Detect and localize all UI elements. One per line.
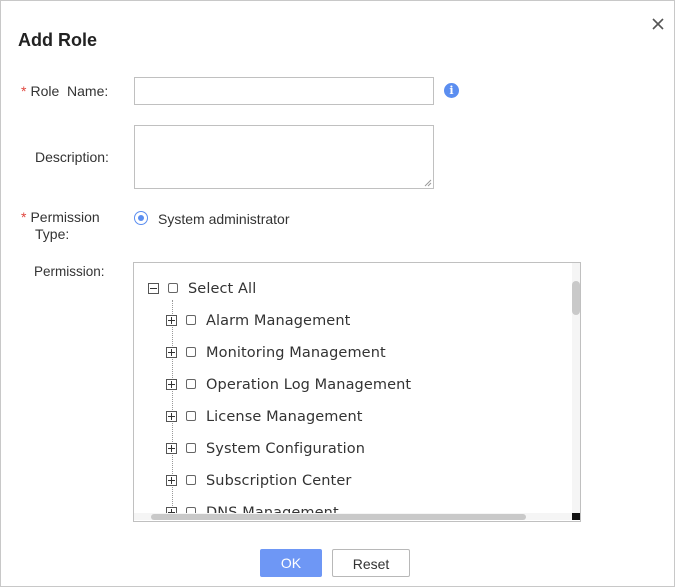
permission-type-label: * Permission [21, 209, 100, 226]
required-marker: * [21, 209, 27, 225]
scrollbar-corner [572, 513, 580, 520]
system-configuration-checkbox[interactable] [186, 443, 196, 453]
tree-row-subscription-center[interactable]: Subscription Center [165, 472, 545, 492]
monitoring-management-checkbox[interactable] [186, 347, 196, 357]
required-marker: * [21, 83, 27, 99]
tree-row-alarm-management[interactable]: Alarm Management [165, 312, 545, 332]
tree-horizontal-scroll-thumb[interactable] [151, 514, 526, 520]
tree-item-label: Subscription Center [206, 473, 352, 489]
ok-button[interactable]: OK [260, 549, 322, 577]
permission-label: Permission: [34, 264, 105, 279]
expand-icon[interactable] [166, 347, 177, 358]
permission-type-label-line1: Permission [30, 209, 100, 225]
system-administrator-radio[interactable] [134, 211, 148, 225]
resize-handle-icon[interactable] [424, 179, 432, 187]
expand-icon[interactable] [166, 315, 177, 326]
alarm-management-checkbox[interactable] [186, 315, 196, 325]
description-textarea[interactable] [134, 125, 434, 189]
tree-row-license-management[interactable]: License Management [165, 408, 545, 428]
permission-type-label-line2: Type: [35, 226, 70, 242]
role-name-label: * Role Name: [21, 83, 108, 100]
tree-row-dns-management[interactable]: DNS Management [165, 504, 545, 513]
tree-row-operation-log-management[interactable]: Operation Log Management [165, 376, 545, 396]
system-administrator-label[interactable]: System administrator [158, 211, 289, 227]
tree-item-label: Alarm Management [206, 313, 351, 329]
tree-row-monitoring-management[interactable]: Monitoring Management [165, 344, 545, 364]
reset-button[interactable]: Reset [332, 549, 410, 577]
subscription-center-checkbox[interactable] [186, 475, 196, 485]
description-label: Description: [35, 149, 109, 165]
tree-item-label: System Configuration [206, 441, 366, 457]
expand-icon[interactable] [166, 475, 177, 486]
operation-log-management-checkbox[interactable] [186, 379, 196, 389]
tree-vertical-scroll-thumb[interactable] [572, 281, 580, 315]
dialog-title: Add Role [18, 30, 97, 50]
tree-item-label: DNS Management [206, 505, 339, 513]
expand-icon[interactable] [166, 443, 177, 454]
expand-icon[interactable] [166, 379, 177, 390]
role-name-input[interactable] [134, 77, 434, 105]
close-icon[interactable] [649, 15, 667, 33]
tree-item-label: Monitoring Management [206, 345, 386, 361]
tree-item-label: Operation Log Management [206, 377, 412, 393]
tree-row-system-configuration[interactable]: System Configuration [165, 440, 545, 460]
license-management-checkbox[interactable] [186, 411, 196, 421]
tree-items-viewport: Alarm Management Monitoring Management Ope… [134, 263, 572, 513]
role-name-label-text: Role Name: [30, 83, 109, 99]
tree-item-label: License Management [206, 409, 363, 425]
info-icon[interactable]: i [444, 83, 459, 98]
expand-icon[interactable] [166, 411, 177, 422]
